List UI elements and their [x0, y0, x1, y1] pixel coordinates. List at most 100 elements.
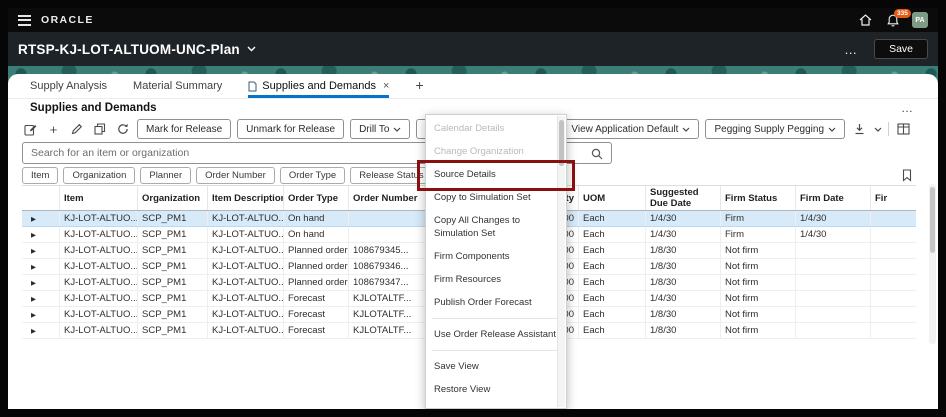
duplicate-icon[interactable]	[91, 120, 108, 138]
cell-firm-date	[796, 323, 871, 338]
cell-order-type: Planned order	[284, 243, 349, 258]
header-expander	[22, 186, 60, 210]
cell-suggested-due-date: 1/8/30	[646, 323, 721, 338]
menu-item-firm-resources[interactable]: Firm Resources	[426, 268, 566, 291]
row-expander[interactable]: ▶	[22, 259, 60, 274]
add-icon[interactable]: +	[45, 120, 62, 138]
section-overflow-button[interactable]: …	[901, 101, 914, 115]
menu-item-firm-components[interactable]: Firm Components	[426, 245, 566, 268]
tab-supplies-and-demands[interactable]: Supplies and Demands ×	[248, 75, 390, 98]
refresh-icon[interactable]	[114, 120, 131, 138]
create-note-icon[interactable]	[22, 120, 39, 138]
column-header-item-description[interactable]: Item Description	[208, 186, 284, 210]
cell-fir	[871, 307, 916, 322]
view-selector-button[interactable]: View Application Default	[562, 119, 700, 139]
export-download-icon[interactable]	[851, 120, 868, 138]
menu-item-copy-to-simulation-set[interactable]: Copy to Simulation Set	[426, 186, 566, 209]
navigation-menu-icon[interactable]	[18, 14, 31, 26]
menu-item-save-view[interactable]: Save View	[426, 355, 566, 378]
cell-suggested-due-date: 1/4/30	[646, 211, 721, 226]
row-expander[interactable]: ▶	[22, 275, 60, 290]
cell-order-type: Forecast	[284, 291, 349, 306]
cell-firm-status: Firm	[721, 211, 796, 226]
cell-uom: Each	[579, 323, 646, 338]
menu-item-change-organization: Change Organization	[434, 146, 524, 157]
cell-item: KJ-LOT-ALTUO...	[60, 307, 138, 322]
column-header-fir[interactable]: Fir	[871, 186, 916, 210]
drill-to-button[interactable]: Drill To	[350, 119, 411, 139]
chevron-down-icon	[683, 127, 690, 132]
search-icon[interactable]	[591, 147, 603, 165]
cell-uom: Each	[579, 227, 646, 242]
expand-arrow-icon: ▶	[31, 295, 36, 303]
row-expander[interactable]: ▶	[22, 307, 60, 322]
row-expander[interactable]: ▶	[22, 291, 60, 306]
chip-item[interactable]: Item	[22, 166, 59, 184]
column-header-item[interactable]: Item	[60, 186, 138, 210]
manage-columns-icon[interactable]	[895, 120, 912, 138]
notifications-button[interactable]: 335	[887, 8, 911, 27]
close-icon[interactable]: ×	[383, 80, 389, 92]
chevron-down-icon	[828, 127, 836, 132]
tab-supply-analysis[interactable]: Supply Analysis	[30, 75, 107, 98]
cell-fir	[871, 291, 916, 306]
column-header-order-type[interactable]: Order Type	[284, 186, 349, 210]
expand-arrow-icon: ▶	[31, 327, 36, 335]
column-header-suggested-due-date[interactable]: Suggested Due Date	[646, 186, 721, 210]
chip-release-status[interactable]: Release Status	[350, 166, 433, 184]
column-header-firm-status[interactable]: Firm Status	[721, 186, 796, 210]
column-header-uom[interactable]: UOM	[579, 186, 646, 210]
mark-for-release-button[interactable]: Mark for Release	[137, 119, 232, 139]
chip-order-type[interactable]: Order Type	[279, 166, 346, 184]
row-expander[interactable]: ▶	[22, 211, 60, 226]
plan-title-dropdown[interactable]: RTSP-KJ-LOT-ALTUOM-UNC-Plan	[18, 42, 256, 57]
pegging-selector-button[interactable]: Pegging Supply Pegging	[705, 119, 845, 139]
cell-item: KJ-LOT-ALTUO...	[60, 275, 138, 290]
edit-icon[interactable]	[68, 120, 85, 138]
expand-arrow-icon: ▶	[31, 311, 36, 319]
cell-organization: SCP_PM1	[138, 227, 208, 242]
expand-arrow-icon: ▶	[31, 247, 36, 255]
cell-suggested-due-date: 1/4/30	[646, 227, 721, 242]
menu-item-publish-order-forecast[interactable]: Publish Order Forecast	[426, 291, 566, 314]
chip-planner[interactable]: Planner	[140, 166, 192, 184]
row-expander[interactable]: ▶	[22, 227, 60, 242]
cell-item: KJ-LOT-ALTUO...	[60, 291, 138, 306]
table-scrollbar-thumb[interactable]	[930, 187, 935, 253]
unmark-for-release-button[interactable]: Unmark for Release	[237, 119, 345, 139]
cell-firm-date	[796, 291, 871, 306]
cell-firm-date: 1/4/30	[796, 211, 871, 226]
column-header-organization[interactable]: Organization	[138, 186, 208, 210]
cell-item: KJ-LOT-ALTUO...	[60, 211, 138, 226]
menu-scrollbar-thumb[interactable]	[559, 120, 564, 166]
chip-order-number[interactable]: Order Number	[196, 166, 275, 184]
cell-suggested-due-date: 1/8/30	[646, 307, 721, 322]
chevron-down-icon	[247, 46, 256, 52]
menu-item-copy-all-changes-to-simulation-set[interactable]: Copy All Changes to Simulation Set	[426, 209, 566, 245]
menu-separator	[432, 318, 560, 319]
avatar[interactable]: PA	[912, 12, 928, 28]
menu-scrollbar[interactable]	[557, 116, 565, 407]
header-overflow-button[interactable]: …	[844, 42, 858, 57]
toolbar-separator	[888, 122, 889, 136]
cell-suggested-due-date: 1/4/30	[646, 291, 721, 306]
bookmark-icon[interactable]	[902, 168, 912, 182]
menu-item-source-details[interactable]: Source Details	[426, 163, 566, 186]
chevron-down-icon[interactable]	[874, 127, 882, 132]
chip-organization[interactable]: Organization	[63, 166, 136, 184]
cell-item: KJ-LOT-ALTUO...	[60, 259, 138, 274]
cell-item: KJ-LOT-ALTUO...	[60, 323, 138, 338]
column-header-firm-date[interactable]: Firm Date	[796, 186, 871, 210]
row-expander[interactable]: ▶	[22, 243, 60, 258]
add-tab-button[interactable]: +	[415, 77, 423, 98]
menu-item-restore-view[interactable]: Restore View	[426, 378, 566, 401]
home-icon[interactable]	[857, 11, 874, 29]
table-scrollbar[interactable]	[929, 184, 936, 344]
tab-material-summary[interactable]: Material Summary	[133, 75, 222, 98]
cell-item: KJ-LOT-ALTUO...	[60, 243, 138, 258]
save-button[interactable]: Save	[874, 39, 928, 59]
row-expander[interactable]: ▶	[22, 323, 60, 338]
cell-firm-status: Not firm	[721, 323, 796, 338]
cell-organization: SCP_PM1	[138, 275, 208, 290]
menu-item-use-order-release-assistant[interactable]: Use Order Release Assistant	[426, 323, 566, 346]
